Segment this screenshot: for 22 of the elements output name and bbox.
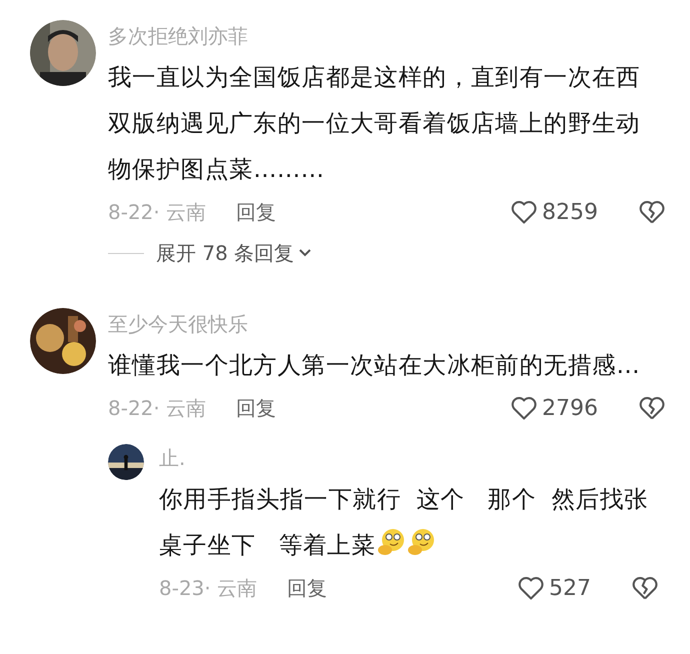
comment-text: 我一直以为全国饭店都是这样的，直到有一次在西双版纳遇见广东的一位大哥看着饭店墙上的野生动物保护图点菜………	[108, 62, 642, 185]
expand-replies-button[interactable]: 展开 78 条回复	[156, 238, 312, 268]
comment-meta: 8-22· 云南	[108, 199, 206, 226]
broken-heart-icon[interactable]	[638, 199, 666, 225]
broken-heart-icon[interactable]	[638, 395, 666, 421]
heart-icon[interactable]	[510, 199, 538, 225]
comment-meta: 8-22· 云南	[108, 395, 206, 422]
like-count: 527	[549, 574, 591, 602]
reply-button[interactable]: 回复	[287, 573, 328, 603]
comment-meta: 8-23· 云南	[159, 575, 258, 602]
emoji-icon	[376, 527, 406, 557]
reply-button[interactable]: 回复	[236, 393, 276, 423]
comment-text: 谁懂我一个北方人第一次站在大冰柜前的无措感…	[108, 350, 641, 381]
like-count: 2796	[542, 394, 598, 422]
like-count: 8259	[542, 198, 598, 226]
heart-icon[interactable]	[517, 575, 545, 601]
heart-icon[interactable]	[510, 395, 538, 421]
emoji-icon	[406, 527, 436, 557]
comment-text: 你用手指头指一下就行 这个 那个 然后找张桌子坐下 等着上菜	[159, 484, 650, 561]
chevron-down-icon	[298, 248, 312, 258]
broken-heart-icon[interactable]	[631, 575, 659, 601]
reply-button[interactable]: 回复	[236, 197, 276, 227]
